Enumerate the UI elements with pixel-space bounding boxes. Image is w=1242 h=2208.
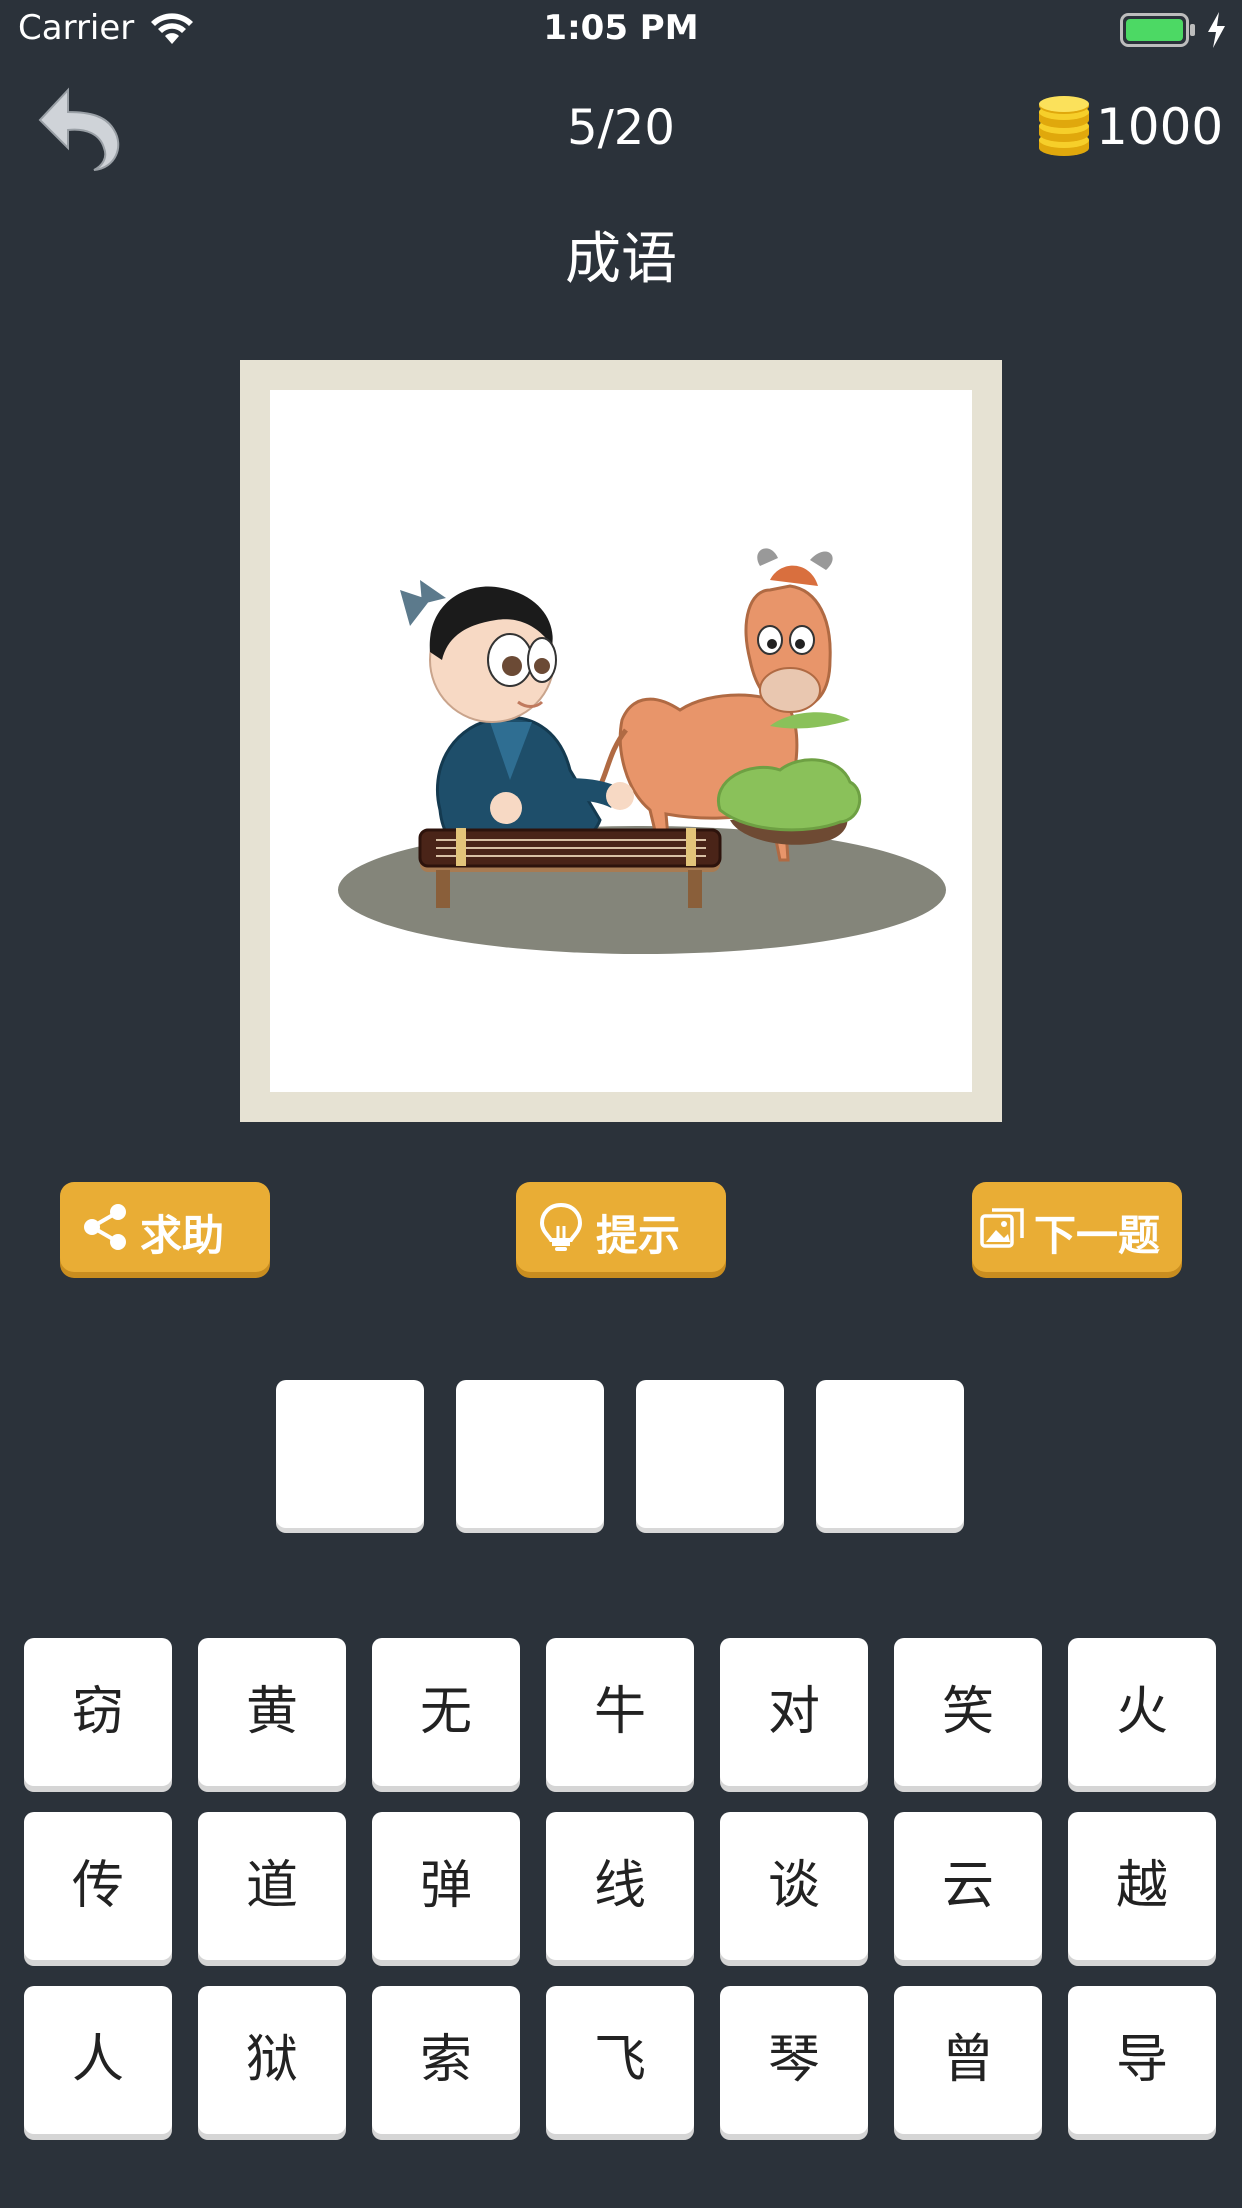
character-key[interactable]: 弹 (372, 1812, 520, 1960)
answer-slot-2[interactable] (456, 1380, 604, 1528)
charging-bolt-icon (1208, 12, 1225, 48)
answer-slot-1[interactable] (276, 1380, 424, 1528)
man-playing-zither-to-cow-illustration (338, 548, 946, 954)
character-key[interactable]: 传 (24, 1812, 172, 1960)
answer-slot-3[interactable] (636, 1380, 784, 1528)
ask-help-label: 求助 (140, 1211, 225, 1260)
share-icon (84, 1204, 126, 1250)
character-key[interactable]: 云 (894, 1812, 1042, 1960)
battery-icon (1120, 13, 1195, 47)
character-key[interactable]: 牛 (546, 1638, 694, 1786)
category-title: 成语 (565, 227, 677, 292)
character-key[interactable]: 越 (1068, 1812, 1216, 1960)
puzzle-picture (270, 390, 972, 1092)
character-key[interactable]: 窃 (24, 1638, 172, 1786)
coin-count: 1000 (1096, 98, 1224, 156)
next-question-button[interactable]: 下一题 (972, 1182, 1182, 1272)
gold-coins-icon (1039, 96, 1089, 156)
status-bar: Carrier 1:05 PM (0, 0, 1242, 62)
next-picture-icon (980, 1208, 1024, 1248)
character-key[interactable]: 道 (198, 1812, 346, 1960)
character-key[interactable]: 琴 (720, 1986, 868, 2134)
lightbulb-icon (539, 1202, 583, 1251)
character-key[interactable]: 飞 (546, 1986, 694, 2134)
next-question-label: 下一题 (1034, 1211, 1161, 1260)
character-key[interactable]: 对 (720, 1638, 868, 1786)
character-key[interactable]: 人 (24, 1986, 172, 2134)
puzzle-picture-frame (240, 360, 1002, 1122)
ask-help-button[interactable]: 求助 (60, 1182, 270, 1272)
character-key[interactable]: 火 (1068, 1638, 1216, 1786)
answer-slot-4[interactable] (816, 1380, 964, 1528)
character-key[interactable]: 无 (372, 1638, 520, 1786)
character-key[interactable]: 笑 (894, 1638, 1042, 1786)
character-key[interactable]: 线 (546, 1812, 694, 1960)
coin-balance: 1000 (1036, 96, 1236, 160)
character-key[interactable]: 黄 (198, 1638, 346, 1786)
hint-label: 提示 (596, 1211, 681, 1260)
clock: 1:05 PM (543, 8, 699, 48)
character-key[interactable]: 谈 (720, 1812, 868, 1960)
character-key[interactable]: 狱 (198, 1986, 346, 2134)
character-key[interactable]: 导 (1068, 1986, 1216, 2134)
hint-button[interactable]: 提示 (516, 1182, 726, 1272)
character-key[interactable]: 索 (372, 1986, 520, 2134)
character-key[interactable]: 曾 (894, 1986, 1042, 2134)
